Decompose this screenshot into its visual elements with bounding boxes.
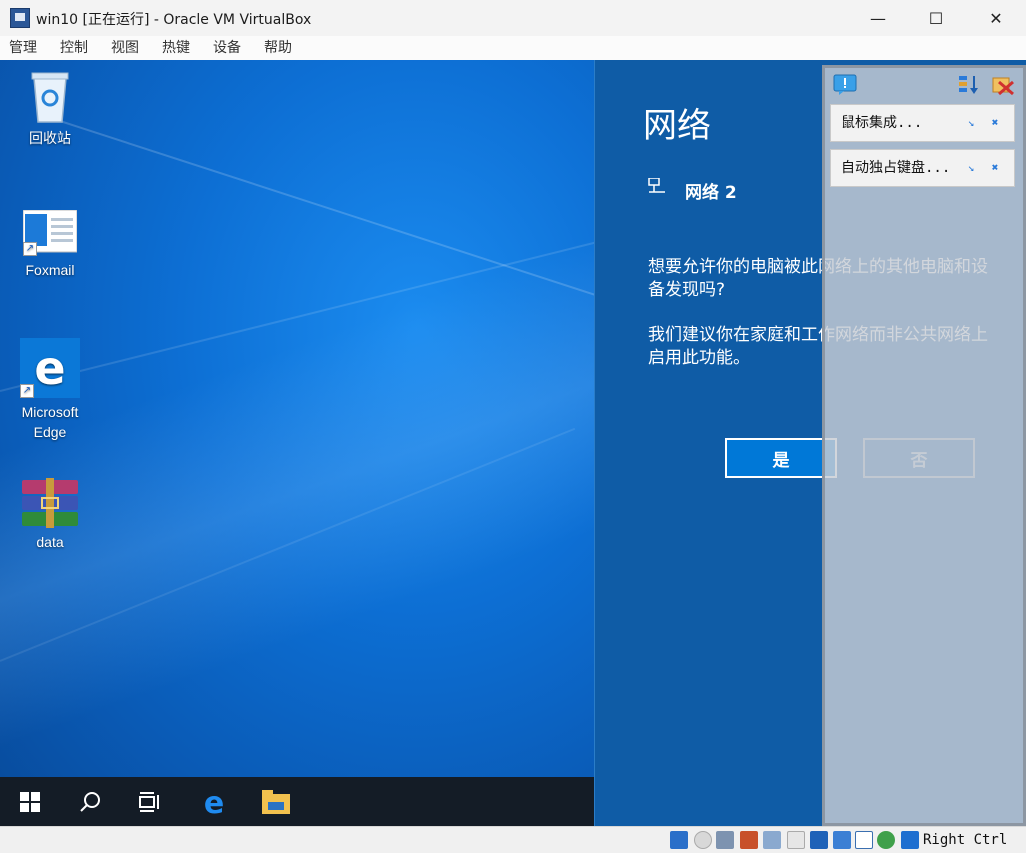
- notification-keyboard-capture[interactable]: 自动独占键盘... ↘ ✖: [830, 149, 1015, 187]
- minimize-icon: —: [870, 8, 886, 28]
- host-key-label: Right Ctrl: [923, 832, 1008, 848]
- display-icon[interactable]: [810, 831, 828, 849]
- notification-center-icon[interactable]: [833, 74, 857, 96]
- start-button[interactable]: [6, 777, 54, 826]
- optical-drive-icon[interactable]: [694, 831, 712, 849]
- network-name: 网络 2: [685, 183, 737, 203]
- maximize-icon: ☐: [928, 8, 944, 28]
- vm-display[interactable]: 回收站 ↗ Foxmail e ↗ Microsoft Edge data e …: [0, 60, 1026, 826]
- recording-icon[interactable]: [833, 831, 851, 849]
- menu-devices[interactable]: 设备: [210, 36, 244, 60]
- menu-manage[interactable]: 管理: [6, 36, 40, 60]
- notification-mouse-integration[interactable]: 鼠标集成... ↘ ✖: [830, 104, 1015, 142]
- menu-bar: 管理 控制 视图 热键 设备 帮助: [0, 36, 1026, 60]
- close-button[interactable]: ✕: [966, 0, 1026, 36]
- start-icon: [20, 791, 40, 812]
- taskbar-edge-button[interactable]: e: [190, 777, 238, 826]
- desktop-icon-edge[interactable]: e ↗ Microsoft Edge: [5, 338, 95, 442]
- desktop-icon-label: 回收站: [29, 130, 71, 146]
- wallpaper-beam: [59, 120, 650, 314]
- maximize-button[interactable]: ☐: [906, 0, 966, 36]
- close-icon[interactable]: ✖: [989, 117, 1001, 129]
- mouse-integration-icon[interactable]: [901, 831, 919, 849]
- svg-text:e: e: [34, 341, 65, 395]
- foxmail-icon: ↗: [22, 209, 78, 256]
- menu-help[interactable]: 帮助: [261, 36, 295, 60]
- taskbar-explorer-button[interactable]: [252, 777, 300, 826]
- edge-icon: e ↗: [20, 338, 80, 398]
- status-bar: Right Ctrl: [0, 826, 1026, 853]
- close-icon[interactable]: ✖: [989, 162, 1001, 174]
- network-pane-title: 网络: [643, 106, 711, 146]
- notification-header: [829, 72, 1021, 98]
- audio-icon[interactable]: [716, 831, 734, 849]
- notification-label: 鼠标集成...: [841, 115, 923, 131]
- winrar-icon: [22, 478, 78, 528]
- virtualbox-window: win10 [正在运行] - Oracle VM VirtualBox — ☐ …: [0, 0, 1026, 853]
- shortcut-arrow-icon: ↗: [20, 384, 34, 398]
- svg-text:e: e: [204, 788, 224, 816]
- info-icon[interactable]: ↘: [965, 162, 977, 174]
- title-bar[interactable]: win10 [正在运行] - Oracle VM VirtualBox — ☐ …: [0, 0, 1026, 36]
- info-icon[interactable]: ↘: [965, 117, 977, 129]
- dismiss-all-icon[interactable]: [991, 74, 1015, 96]
- vtx-icon[interactable]: [855, 831, 873, 849]
- minimize-button[interactable]: —: [848, 0, 908, 36]
- file-explorer-icon: [262, 789, 290, 814]
- shared-folders-icon[interactable]: [787, 831, 805, 849]
- guest-desktop[interactable]: 回收站 ↗ Foxmail e ↗ Microsoft Edge data e: [0, 60, 650, 826]
- close-icon: ✕: [989, 8, 1003, 28]
- edge-icon: e: [204, 788, 224, 816]
- guest-taskbar: e: [0, 777, 594, 826]
- recycle-bin-icon: [26, 68, 74, 124]
- menu-control[interactable]: 控制: [57, 36, 91, 60]
- task-view-button[interactable]: [126, 777, 174, 826]
- desktop-icon-recycle-bin[interactable]: 回收站: [5, 68, 95, 148]
- guest-additions-icon[interactable]: [877, 831, 895, 849]
- window-title: win10 [正在运行] - Oracle VM VirtualBox: [36, 12, 312, 28]
- shortcut-arrow-icon: ↗: [23, 242, 37, 256]
- virtualbox-app-icon: [10, 8, 30, 28]
- hard-disk-icon[interactable]: [670, 831, 688, 849]
- task-view-icon: [139, 791, 159, 812]
- search-button[interactable]: [66, 777, 114, 826]
- desktop-icon-label: data: [36, 534, 64, 550]
- desktop-icon-label: Foxmail: [25, 262, 75, 278]
- desktop-icon-label: Microsoft Edge: [21, 404, 79, 440]
- menu-view[interactable]: 视图: [108, 36, 142, 60]
- search-icon: [80, 791, 100, 812]
- ethernet-icon: [648, 178, 665, 193]
- notification-panel: 鼠标集成... ↘ ✖ 自动独占键盘... ↘ ✖: [822, 65, 1026, 826]
- notification-label: 自动独占键盘...: [841, 160, 951, 176]
- desktop-icon-foxmail[interactable]: ↗ Foxmail: [5, 209, 95, 280]
- yes-button[interactable]: 是: [725, 438, 837, 478]
- sort-icon[interactable]: [957, 74, 981, 96]
- desktop-icon-data[interactable]: data: [5, 478, 95, 552]
- network-icon[interactable]: [740, 831, 758, 849]
- menu-hotkey[interactable]: 热键: [159, 36, 193, 60]
- usb-icon[interactable]: [763, 831, 781, 849]
